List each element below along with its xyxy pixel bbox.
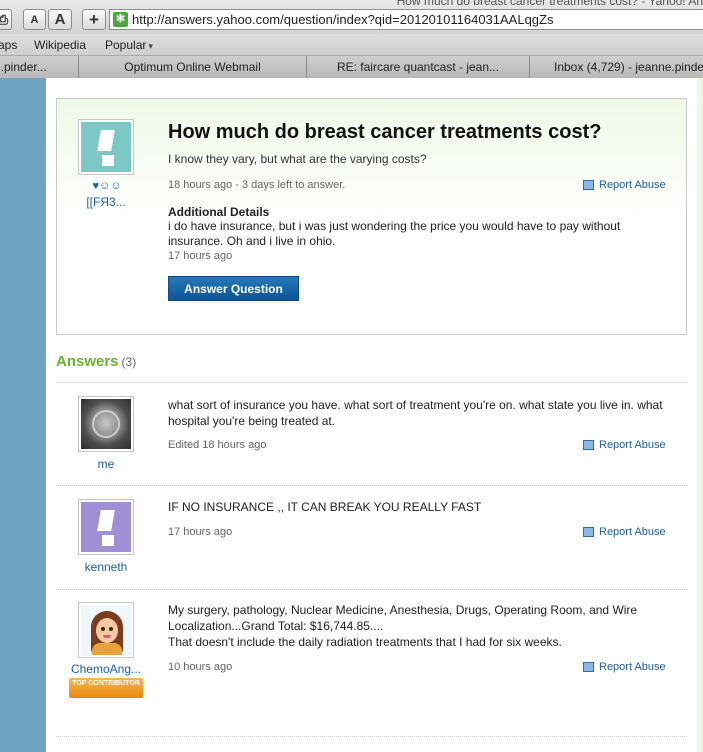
answer-meta: 17 hours ago bbox=[168, 526, 233, 538]
question-body: I know they vary, but what are the varyi… bbox=[168, 152, 427, 166]
answerer-avatar-chemoangel[interactable] bbox=[78, 602, 134, 658]
answer-text: My surgery, pathology, Nuclear Medicine,… bbox=[168, 602, 668, 650]
additional-details-heading: Additional Details bbox=[168, 205, 270, 219]
answerer-name-link[interactable]: ChemoAng... bbox=[64, 662, 148, 676]
url-text[interactable]: http://answers.yahoo.com/question/index?… bbox=[132, 12, 553, 27]
report-abuse-label: Report Abuse bbox=[599, 439, 666, 451]
question-report-abuse-link[interactable]: Report Abuse bbox=[583, 179, 666, 191]
bookmark-maps[interactable]: aps bbox=[0, 38, 17, 52]
bookmark-popular-label: Popular bbox=[105, 38, 147, 52]
increase-font-button[interactable]: A bbox=[48, 9, 72, 30]
address-bar[interactable]: ✻ http://answers.yahoo.com/question/inde… bbox=[109, 9, 703, 30]
decrease-font-button[interactable]: A bbox=[23, 9, 46, 30]
answer-text: IF NO INSURANCE ,, IT CAN BREAK YOU REAL… bbox=[168, 500, 482, 514]
report-abuse-label: Report Abuse bbox=[599, 526, 666, 538]
tab-bar: e.pinder... Optimum Online Webmail RE: f… bbox=[0, 56, 703, 78]
flag-icon bbox=[583, 527, 594, 537]
tab-faircare-quantcast[interactable]: RE: faircare quantcast - jean... bbox=[306, 56, 529, 78]
tab-inbox[interactable]: Inbox (4,729) - jeanne.pinder bbox=[529, 56, 703, 78]
answers-divider bbox=[56, 382, 687, 383]
flag-icon bbox=[583, 662, 594, 672]
window-title: How much do breast cancer treatments cos… bbox=[396, 0, 703, 8]
answers-heading-label: Answers bbox=[56, 353, 119, 370]
answer-text-line: That doesn't include the daily radiation… bbox=[168, 635, 562, 649]
answer-report-abuse-link[interactable]: Report Abuse bbox=[583, 661, 666, 673]
answers-count: (3) bbox=[121, 355, 137, 369]
left-rail bbox=[0, 78, 46, 752]
tree-medallion-icon bbox=[81, 399, 131, 449]
answers-divider bbox=[56, 485, 687, 486]
answerer-name-link[interactable]: me bbox=[64, 457, 148, 471]
printer-icon: ⎙ bbox=[0, 11, 9, 27]
tab-optimum-webmail[interactable]: Optimum Online Webmail bbox=[78, 56, 306, 78]
add-bookmark-button[interactable]: + bbox=[82, 9, 106, 30]
answerer-avatar-kenneth[interactable] bbox=[78, 499, 134, 555]
additional-details-time: 17 hours ago bbox=[168, 250, 233, 262]
bookmark-popular-menu[interactable]: Popular ▾ bbox=[105, 38, 153, 52]
print-button[interactable]: ⎙ bbox=[0, 9, 12, 30]
bookmarks-bar: aps Wikipedia Popular ▾ bbox=[0, 34, 703, 56]
answer-meta: 10 hours ago bbox=[168, 661, 233, 673]
answer-text: what sort of insurance you have. what so… bbox=[168, 398, 663, 428]
answer-question-button[interactable]: Answer Question bbox=[168, 276, 299, 301]
asker-avatar[interactable] bbox=[78, 119, 134, 175]
default-avatar-icon bbox=[81, 502, 131, 552]
answer-report-abuse-link[interactable]: Report Abuse bbox=[583, 439, 666, 451]
default-avatar-icon bbox=[81, 122, 131, 172]
right-rail bbox=[697, 78, 703, 752]
report-abuse-label: Report Abuse bbox=[599, 661, 666, 673]
answers-divider bbox=[56, 589, 687, 590]
cartoon-woman-avatar-icon bbox=[81, 605, 131, 655]
tab-pinder[interactable]: e.pinder... bbox=[0, 56, 78, 78]
answers-heading: Answers (3) bbox=[56, 353, 136, 370]
answerer-name-link[interactable]: kenneth bbox=[64, 560, 148, 574]
answer-meta: Edited 18 hours ago bbox=[168, 439, 267, 451]
question-title: How much do breast cancer treatments cos… bbox=[168, 121, 602, 143]
chevron-down-icon: ▾ bbox=[148, 41, 153, 51]
asker-name-link[interactable]: [[FЯ3... bbox=[78, 195, 134, 209]
answers-divider bbox=[56, 736, 687, 737]
answer-text-line: My surgery, pathology, Nuclear Medicine,… bbox=[168, 603, 638, 633]
flag-icon bbox=[583, 180, 594, 190]
flag-icon bbox=[583, 440, 594, 450]
top-contributor-badge[interactable]: TOP CONTRIBUTOR bbox=[69, 678, 143, 698]
report-abuse-label: Report Abuse bbox=[599, 179, 666, 191]
site-favicon-icon: ✻ bbox=[113, 12, 128, 27]
question-meta: 18 hours ago - 3 days left to answer. bbox=[168, 179, 346, 191]
additional-details-text: i do have insurance, but i was just wond… bbox=[168, 219, 621, 248]
browser-toolbar: How much do breast cancer treatments cos… bbox=[0, 0, 703, 34]
bookmark-wikipedia[interactable]: Wikipedia bbox=[34, 38, 86, 52]
asker-level-icons: ♥☺☺ bbox=[92, 180, 122, 192]
answerer-avatar-me[interactable] bbox=[78, 396, 134, 452]
answer-report-abuse-link[interactable]: Report Abuse bbox=[583, 526, 666, 538]
